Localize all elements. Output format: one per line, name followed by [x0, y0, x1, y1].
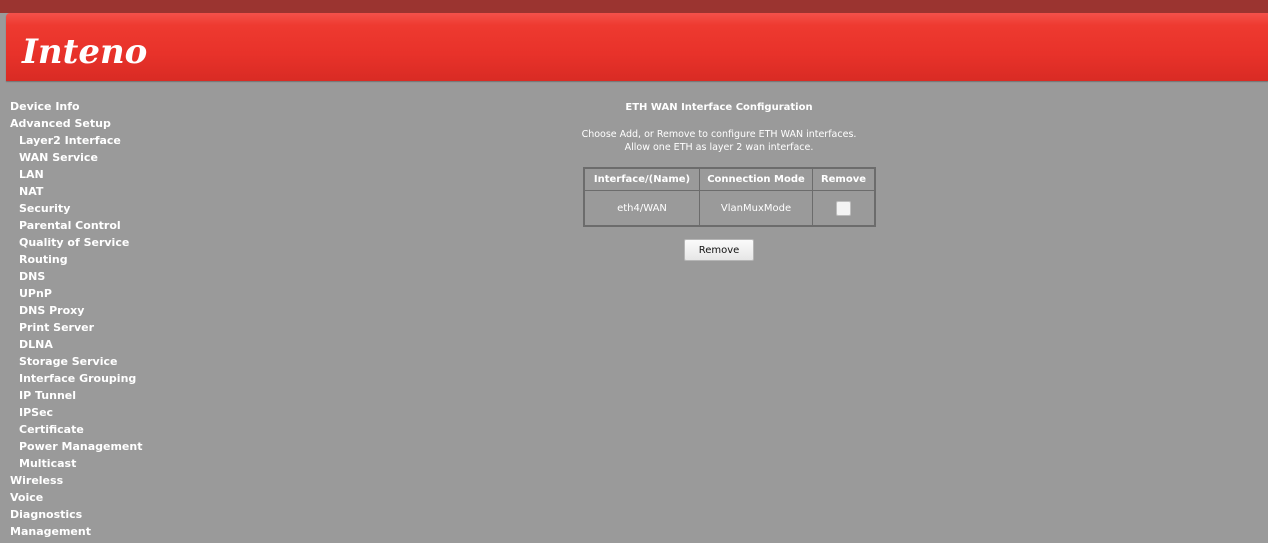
sidebar-item-multicast[interactable]: Multicast [10, 458, 190, 475]
top-strip [0, 0, 1268, 13]
sidebar-nav: Device Info Advanced Setup Layer2 Interfac… [10, 101, 190, 543]
description-line-2: Allow one ETH as layer 2 wan interface. [624, 142, 814, 153]
sidebar-item-voice[interactable]: Voice [10, 492, 190, 509]
column-header-remove: Remove [812, 167, 876, 191]
sidebar-item-layer2-interface[interactable]: Layer2 Interface [10, 135, 190, 152]
table-header-row: Interface/(Name) Connection Mode Remove [583, 167, 876, 191]
sidebar-item-wireless[interactable]: Wireless [10, 475, 190, 492]
inteno-logo: Inteno [22, 32, 148, 72]
page-title: ETH WAN Interface Configuration [625, 102, 813, 113]
cell-connection-mode: VlanMuxMode [699, 190, 813, 227]
sidebar-item-dns-proxy[interactable]: DNS Proxy [10, 305, 190, 322]
cell-interface: eth4/WAN [583, 190, 700, 227]
sidebar-item-parental-control[interactable]: Parental Control [10, 220, 190, 237]
remove-button[interactable]: Remove [684, 239, 754, 261]
sidebar-item-nat[interactable]: NAT [10, 186, 190, 203]
sidebar-item-power-management[interactable]: Power Management [10, 441, 190, 458]
sidebar-item-wan-service[interactable]: WAN Service [10, 152, 190, 169]
sidebar-item-management[interactable]: Management [10, 526, 190, 543]
page-description: Choose Add, or Remove to configure ETH W… [440, 128, 998, 154]
column-header-connection-mode: Connection Mode [699, 167, 813, 191]
table-row: eth4/WAN VlanMuxMode [583, 190, 876, 227]
description-line-1: Choose Add, or Remove to configure ETH W… [581, 129, 857, 140]
sidebar-item-upnp[interactable]: UPnP [10, 288, 190, 305]
eth-wan-table: Interface/(Name) Connection Mode Remove … [583, 167, 876, 227]
sidebar-item-storage-service[interactable]: Storage Service [10, 356, 190, 373]
sidebar-item-certificate[interactable]: Certificate [10, 424, 190, 441]
sidebar-item-ipsec[interactable]: IPSec [10, 407, 190, 424]
header-banner: Inteno [6, 13, 1268, 81]
column-header-interface: Interface/(Name) [583, 167, 700, 191]
sidebar-item-print-server[interactable]: Print Server [10, 322, 190, 339]
sidebar-item-lan[interactable]: LAN [10, 169, 190, 186]
sidebar-item-diagnostics[interactable]: Diagnostics [10, 509, 190, 526]
cell-remove [812, 190, 876, 227]
sidebar-item-quality-of-service[interactable]: Quality of Service [10, 237, 190, 254]
sidebar-item-interface-grouping[interactable]: Interface Grouping [10, 373, 190, 390]
remove-checkbox[interactable] [836, 200, 851, 216]
sidebar-item-dlna[interactable]: DLNA [10, 339, 190, 356]
sidebar-item-advanced-setup[interactable]: Advanced Setup [10, 118, 190, 135]
sidebar-item-dns[interactable]: DNS [10, 271, 190, 288]
sidebar-item-routing[interactable]: Routing [10, 254, 190, 271]
sidebar-item-ip-tunnel[interactable]: IP Tunnel [10, 390, 190, 407]
sidebar-item-security[interactable]: Security [10, 203, 190, 220]
sidebar-item-device-info[interactable]: Device Info [10, 101, 190, 118]
